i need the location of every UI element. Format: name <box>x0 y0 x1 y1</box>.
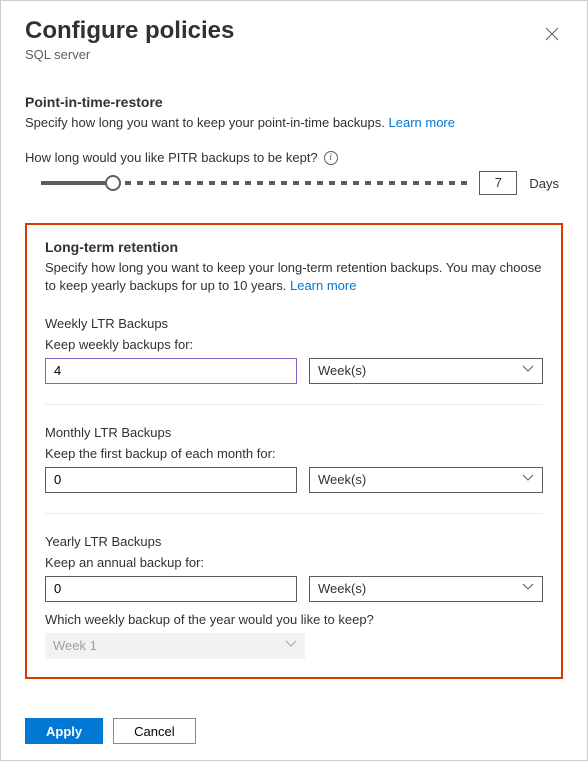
cancel-button[interactable]: Cancel <box>113 718 195 744</box>
pitr-description: Specify how long you want to keep your p… <box>25 114 563 132</box>
yearly-week-value: Week 1 <box>53 638 97 653</box>
monthly-ltr-value-input[interactable] <box>45 467 297 493</box>
ltr-learn-more-link[interactable]: Learn more <box>290 278 356 293</box>
yearly-ltr-value-input[interactable] <box>45 576 297 602</box>
chevron-down-icon <box>285 640 297 651</box>
yearly-ltr-unit-select[interactable]: Week(s) <box>309 576 543 602</box>
yearly-ltr-title: Yearly LTR Backups <box>45 534 543 549</box>
pitr-slider[interactable] <box>41 181 467 185</box>
yearly-week-select: Week 1 <box>45 633 305 659</box>
monthly-ltr-label: Keep the first backup of each month for: <box>45 446 543 461</box>
pitr-unit: Days <box>529 176 559 191</box>
chevron-down-icon <box>522 474 534 485</box>
pitr-slider-thumb[interactable] <box>105 175 121 191</box>
divider <box>45 404 543 405</box>
pitr-section-title: Point-in-time-restore <box>25 94 563 110</box>
ltr-section-title: Long-term retention <box>45 239 543 255</box>
pitr-slider-fill <box>41 181 113 185</box>
page-title: Configure policies <box>25 17 234 45</box>
pitr-slider-label: How long would you like PITR backups to … <box>25 150 318 165</box>
chevron-down-icon <box>522 365 534 376</box>
ltr-section-highlight: Long-term retention Specify how long you… <box>25 223 563 678</box>
ltr-description: Specify how long you want to keep your l… <box>45 259 543 295</box>
apply-button[interactable]: Apply <box>25 718 103 744</box>
pitr-description-text: Specify how long you want to keep your p… <box>25 115 385 130</box>
monthly-ltr-unit-text: Week(s) <box>318 472 366 487</box>
yearly-week-question: Which weekly backup of the year would yo… <box>45 612 543 627</box>
weekly-ltr-title: Weekly LTR Backups <box>45 316 543 331</box>
yearly-ltr-unit-text: Week(s) <box>318 581 366 596</box>
info-icon[interactable]: i <box>324 151 338 165</box>
close-icon[interactable] <box>541 23 563 50</box>
pitr-learn-more-link[interactable]: Learn more <box>389 115 455 130</box>
chevron-down-icon <box>522 583 534 594</box>
weekly-ltr-value-input[interactable] <box>45 358 297 384</box>
weekly-ltr-unit-select[interactable]: Week(s) <box>309 358 543 384</box>
weekly-ltr-unit-text: Week(s) <box>318 363 366 378</box>
divider <box>45 513 543 514</box>
page-subtitle: SQL server <box>25 47 234 62</box>
yearly-ltr-label: Keep an annual backup for: <box>45 555 543 570</box>
monthly-ltr-unit-select[interactable]: Week(s) <box>309 467 543 493</box>
pitr-value[interactable]: 7 <box>479 171 517 195</box>
weekly-ltr-label: Keep weekly backups for: <box>45 337 543 352</box>
monthly-ltr-title: Monthly LTR Backups <box>45 425 543 440</box>
